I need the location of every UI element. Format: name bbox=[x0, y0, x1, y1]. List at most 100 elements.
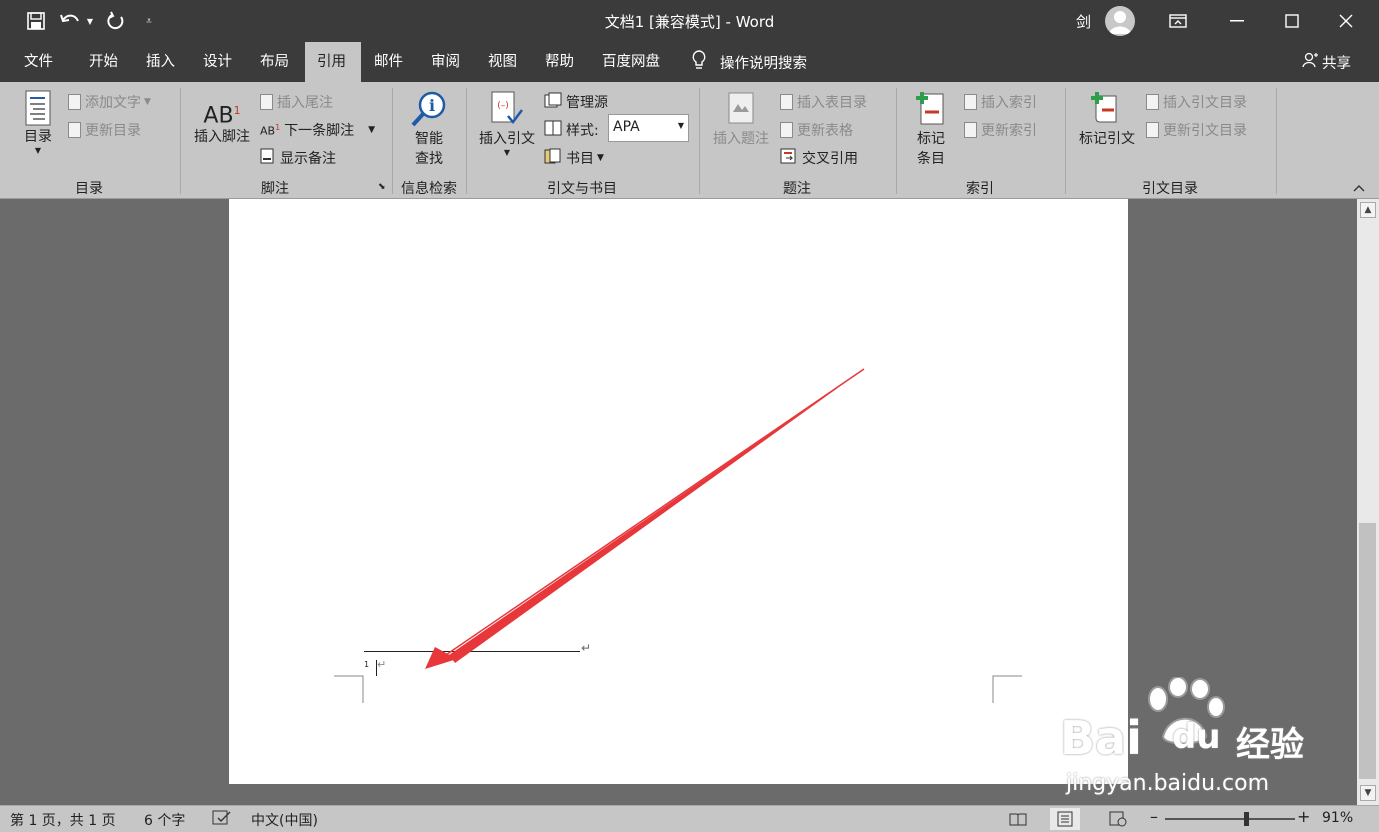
toc-button[interactable]: 目录 ▼ bbox=[18, 90, 58, 155]
redo-icon[interactable] bbox=[104, 9, 128, 33]
tab-review[interactable]: 审阅 bbox=[419, 42, 472, 82]
insert-citation-button[interactable]: (–) 插入引文 ▼ bbox=[474, 90, 540, 157]
zoom-level[interactable]: 91% bbox=[1322, 810, 1353, 826]
share-button[interactable]: 共享 bbox=[1302, 42, 1351, 82]
smart-lookup-button[interactable]: i 智能 查找 bbox=[404, 90, 454, 168]
page-count[interactable]: 第 1 页，共 1 页 bbox=[10, 810, 116, 830]
web-layout-icon[interactable] bbox=[1103, 808, 1133, 830]
update-toa-icon bbox=[1146, 122, 1159, 138]
insert-citation-label: 插入引文 bbox=[479, 131, 535, 147]
save-icon[interactable] bbox=[24, 9, 48, 33]
proofing-icon[interactable] bbox=[212, 810, 232, 830]
insert-toa-button[interactable]: 插入引文目录 bbox=[1146, 92, 1247, 112]
scroll-up-icon[interactable]: ▲ bbox=[1360, 202, 1376, 218]
close-icon[interactable] bbox=[1323, 0, 1369, 42]
group-label-toa: 引文目录 bbox=[1142, 181, 1198, 197]
undo-dropdown-icon[interactable]: ▼ bbox=[84, 9, 96, 33]
footnote-dialog-launcher-icon[interactable]: ⬊ bbox=[378, 182, 386, 192]
ribbon: 目录 ▼ 添加文字 ▼ 更新目录 目录 AB1 插入脚注 插入尾注 AB1 下一… bbox=[0, 82, 1379, 199]
manage-sources-button[interactable]: 管理源 bbox=[544, 92, 608, 112]
zoom-in-icon[interactable]: + bbox=[1297, 807, 1310, 826]
citation-style-dropdown[interactable]: APA ▼ bbox=[608, 114, 689, 142]
tab-file[interactable]: 文件 bbox=[12, 42, 65, 82]
cross-reference-icon bbox=[780, 148, 798, 168]
undo-icon[interactable] bbox=[58, 9, 82, 33]
tell-me-search[interactable]: 操作说明搜索 bbox=[692, 42, 807, 82]
zoom-slider-thumb[interactable] bbox=[1243, 812, 1249, 826]
update-index-button[interactable]: 更新索引 bbox=[964, 120, 1037, 140]
document-area: ↵ 1 ↵ Bai du 经验 jingyan.baidu.com bbox=[0, 199, 1357, 805]
tab-references[interactable]: 引用 bbox=[305, 42, 361, 82]
insert-footnote-button[interactable]: AB1 插入脚注 bbox=[190, 96, 254, 146]
tab-help[interactable]: 帮助 bbox=[533, 42, 586, 82]
insert-index-button[interactable]: 插入索引 bbox=[964, 92, 1037, 112]
update-table-label: 更新表格 bbox=[797, 123, 853, 139]
title-bar: ▼ ⩡ 文档1 [兼容模式] - Word 剑 bbox=[0, 0, 1379, 42]
tab-view[interactable]: 视图 bbox=[476, 42, 529, 82]
insert-caption-button[interactable]: 插入题注 bbox=[708, 90, 774, 148]
minimize-icon[interactable] bbox=[1214, 0, 1260, 42]
collapse-ribbon-icon[interactable] bbox=[1353, 180, 1365, 196]
insert-table-of-figures-button[interactable]: 插入表目录 bbox=[780, 92, 867, 112]
group-label-footnotes: 脚注 bbox=[261, 181, 289, 197]
document-page[interactable]: ↵ 1 ↵ bbox=[229, 199, 1128, 784]
add-text-button[interactable]: 添加文字 ▼ bbox=[68, 92, 151, 112]
update-table-button[interactable]: 更新表格 bbox=[780, 120, 853, 140]
toc-icon bbox=[25, 90, 51, 126]
update-index-icon bbox=[964, 122, 977, 138]
baidu-watermark: Bai du 经验 jingyan.baidu.com bbox=[1060, 677, 1320, 797]
next-footnote-button[interactable]: AB1 下一条脚注 ▼ bbox=[260, 120, 375, 140]
update-toa-label: 更新引文目录 bbox=[1163, 123, 1247, 139]
insert-endnote-button[interactable]: 插入尾注 bbox=[260, 92, 333, 112]
insert-index-icon bbox=[964, 94, 977, 110]
zoom-out-icon[interactable]: – bbox=[1150, 807, 1158, 826]
tab-home[interactable]: 开始 bbox=[77, 42, 130, 82]
citation-style-value: APA bbox=[613, 119, 640, 135]
red-arrow-annotation bbox=[425, 368, 865, 669]
style-icon bbox=[544, 120, 562, 140]
mark-citation-button[interactable]: 标记引文 bbox=[1074, 90, 1140, 148]
chevron-down-icon: ▼ bbox=[597, 153, 604, 163]
tab-mailings[interactable]: 邮件 bbox=[362, 42, 415, 82]
update-toa-button[interactable]: 更新引文目录 bbox=[1146, 120, 1247, 140]
mark-entry-icon bbox=[915, 90, 947, 128]
vertical-scrollbar[interactable]: ▲ ▼ bbox=[1357, 199, 1379, 805]
user-name[interactable]: 剑 bbox=[1076, 11, 1091, 32]
group-label-research: 信息检索 bbox=[401, 181, 457, 197]
tab-baidu-netdisk[interactable]: 百度网盘 bbox=[590, 42, 672, 82]
ribbon-display-options-icon[interactable] bbox=[1155, 0, 1201, 42]
scroll-down-icon[interactable]: ▼ bbox=[1360, 785, 1376, 801]
zoom-slider[interactable] bbox=[1165, 812, 1295, 826]
read-mode-icon[interactable] bbox=[1003, 808, 1033, 830]
print-layout-icon[interactable] bbox=[1050, 808, 1080, 830]
mark-entry-button[interactable]: 标记 条目 bbox=[908, 90, 954, 168]
language[interactable]: 中文(中国) bbox=[251, 810, 318, 830]
crop-mark-left bbox=[334, 675, 364, 703]
style-label: 样式: bbox=[566, 123, 599, 139]
cross-reference-button[interactable]: 交叉引用 bbox=[780, 148, 858, 168]
avatar[interactable] bbox=[1105, 6, 1135, 36]
bibliography-label: 书目 bbox=[566, 151, 594, 167]
tab-layout[interactable]: 布局 bbox=[248, 42, 301, 82]
footnote-para-mark: ↵ bbox=[377, 658, 387, 671]
show-notes-icon bbox=[260, 148, 274, 168]
style-selector: 样式: bbox=[544, 120, 599, 140]
update-toc-button[interactable]: 更新目录 bbox=[68, 120, 141, 140]
maximize-icon[interactable] bbox=[1269, 0, 1315, 42]
group-separator bbox=[1276, 88, 1277, 194]
show-notes-button[interactable]: 显示备注 bbox=[260, 148, 336, 168]
insert-toa-icon bbox=[1146, 94, 1159, 110]
word-count[interactable]: 6 个字 bbox=[144, 810, 185, 830]
add-text-label: 添加文字 bbox=[85, 95, 141, 111]
customize-qat-icon[interactable]: ⩡ bbox=[140, 9, 158, 33]
bibliography-button[interactable]: 书目 ▼ bbox=[544, 148, 604, 168]
update-table-icon bbox=[780, 122, 793, 138]
tab-insert[interactable]: 插入 bbox=[134, 42, 187, 82]
tab-design[interactable]: 设计 bbox=[191, 42, 244, 82]
insert-caption-label: 插入题注 bbox=[713, 131, 769, 147]
chevron-down-icon: ▼ bbox=[34, 146, 42, 155]
mark-entry-label-2: 条目 bbox=[917, 151, 945, 167]
mark-citation-label: 标记引文 bbox=[1079, 131, 1135, 147]
cross-reference-label: 交叉引用 bbox=[802, 151, 858, 167]
scrollbar-thumb[interactable] bbox=[1359, 523, 1376, 779]
